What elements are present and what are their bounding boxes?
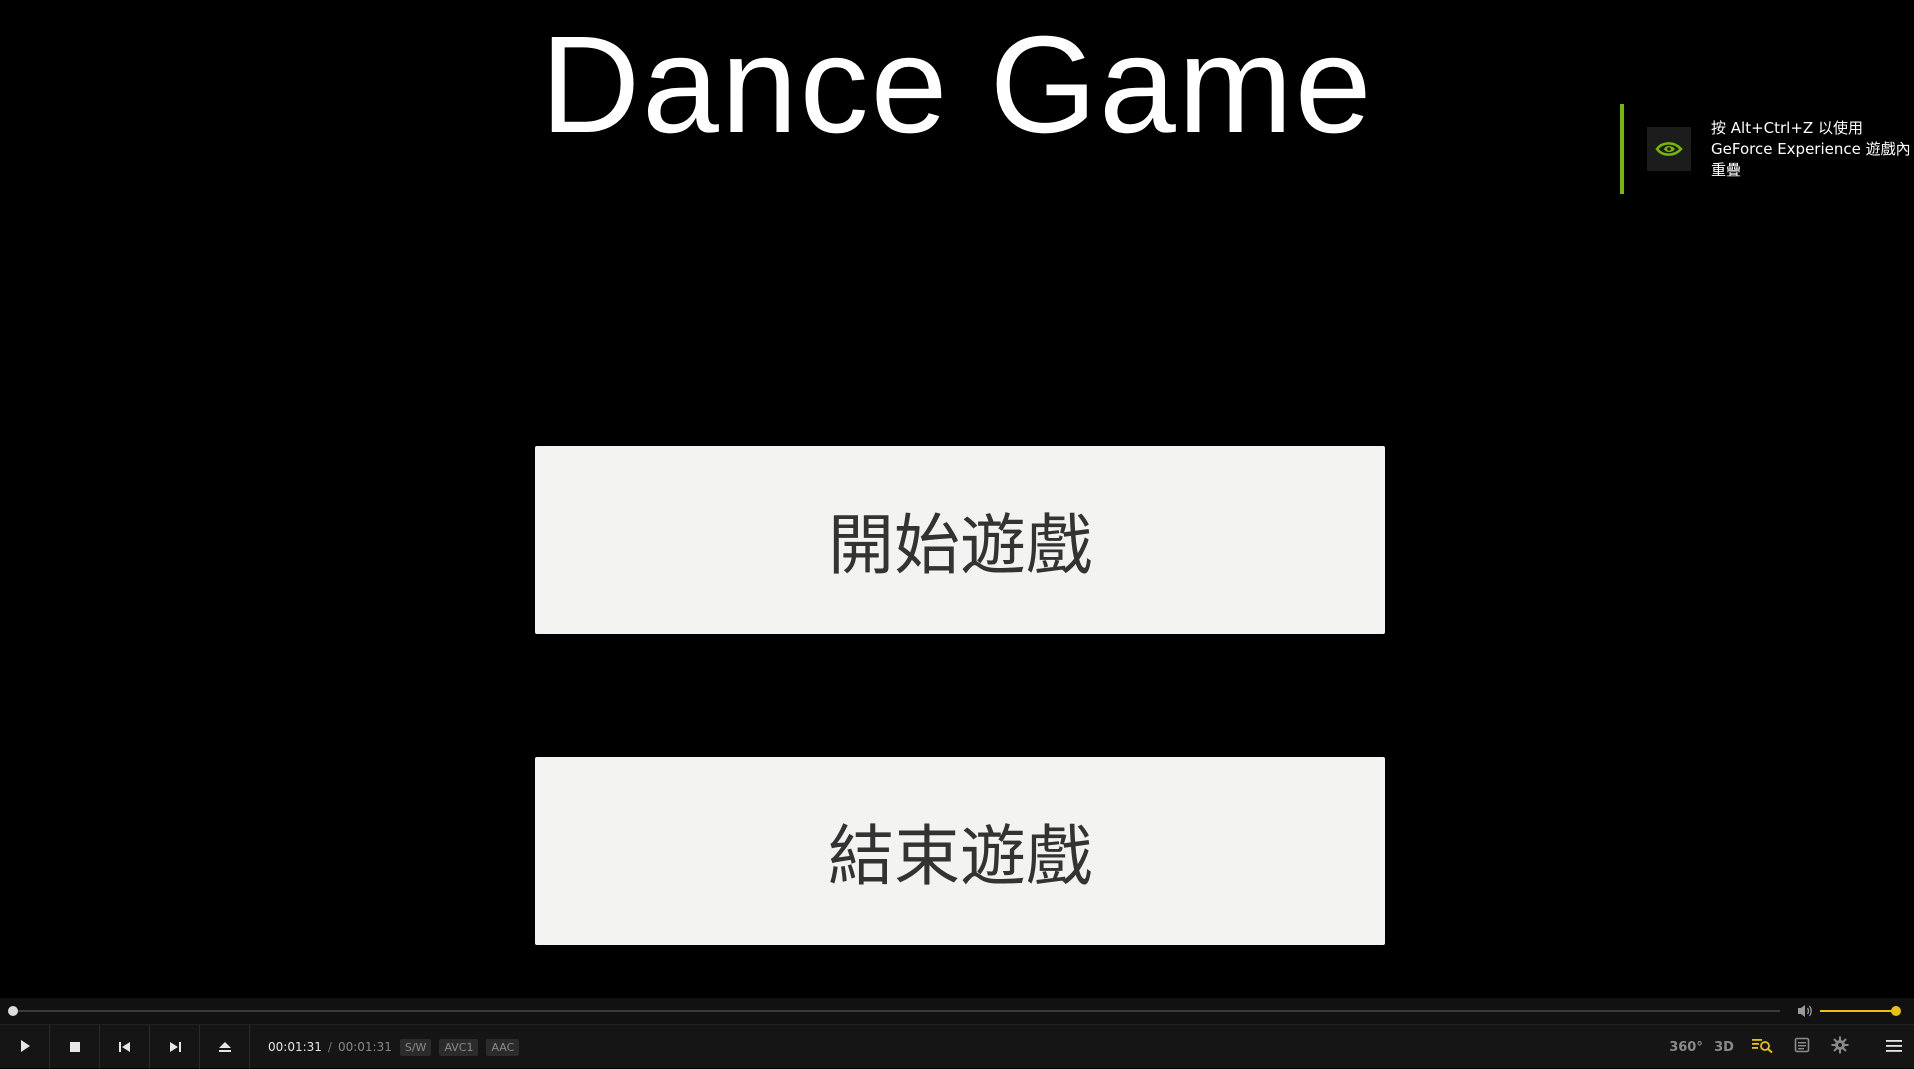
stop-icon — [69, 1038, 81, 1057]
play-button[interactable] — [0, 1025, 50, 1069]
play-icon — [18, 1038, 32, 1057]
toast-message: 按 Alt+Ctrl+Z 以使用 GeForce Experience 遊戲內 … — [1711, 118, 1911, 181]
audio-codec-badge: AAC — [486, 1038, 520, 1056]
settings-icon — [1831, 1036, 1849, 1058]
exit-game-button[interactable]: 結束遊戲 — [535, 757, 1385, 945]
vr-360-button[interactable]: 360° — [1669, 1025, 1703, 1069]
menu-icon — [1886, 1038, 1902, 1057]
toast-line-2: GeForce Experience 遊戲內 — [1711, 140, 1911, 158]
volume-handle[interactable] — [1891, 1006, 1901, 1016]
settings-button[interactable] — [1826, 1025, 1854, 1069]
toast-line-3: 重疊 — [1711, 161, 1742, 179]
playlist-search-icon — [1751, 1037, 1773, 1057]
3d-icon: 3D — [1714, 1039, 1734, 1055]
decoder-badge[interactable]: S/W — [399, 1038, 432, 1056]
next-button[interactable] — [150, 1025, 200, 1069]
stop-button[interactable] — [50, 1025, 100, 1069]
geforce-overlay-toast: 按 Alt+Ctrl+Z 以使用 GeForce Experience 遊戲內 … — [1620, 104, 1914, 194]
seek-handle[interactable] — [8, 1006, 18, 1016]
time-separator: / — [327, 1040, 332, 1054]
subtitles-button[interactable] — [1788, 1025, 1816, 1069]
toast-accent-bar — [1620, 104, 1624, 194]
previous-icon — [118, 1038, 132, 1057]
3d-button[interactable]: 3D — [1710, 1025, 1738, 1069]
nvidia-logo-icon — [1647, 127, 1691, 171]
volume-icon[interactable] — [1796, 1003, 1814, 1019]
total-time: 00:01:31 — [337, 1040, 392, 1054]
eject-icon — [218, 1038, 232, 1057]
eject-button[interactable] — [200, 1025, 250, 1069]
current-time: 00:01:31 — [268, 1040, 322, 1054]
volume-slider[interactable] — [1820, 1006, 1901, 1016]
volume-fill — [1820, 1010, 1896, 1012]
game-viewport: Dance Game 開始遊戲 結束遊戲 按 Alt+Ctrl+Z 以使用 Ge… — [0, 0, 1914, 998]
next-icon — [168, 1038, 182, 1057]
previous-button[interactable] — [100, 1025, 150, 1069]
video-codec-badge: AVC1 — [439, 1038, 479, 1056]
player-control-bar: 00:01:31 / 00:01:31 S/W AVC1 AAC 360° 3D — [0, 1024, 1914, 1069]
subtitles-icon — [1794, 1037, 1810, 1057]
time-display: 00:01:31 / 00:01:31 S/W AVC1 AAC — [268, 1025, 520, 1069]
playlist-search-button[interactable] — [1748, 1025, 1776, 1069]
seek-bar[interactable] — [12, 1010, 1780, 1012]
main-menu-button[interactable] — [1880, 1025, 1908, 1069]
start-game-button[interactable]: 開始遊戲 — [535, 446, 1385, 634]
vr-360-icon: 360° — [1669, 1039, 1703, 1055]
seek-row — [0, 998, 1914, 1024]
toast-line-1: 按 Alt+Ctrl+Z 以使用 — [1711, 119, 1863, 137]
